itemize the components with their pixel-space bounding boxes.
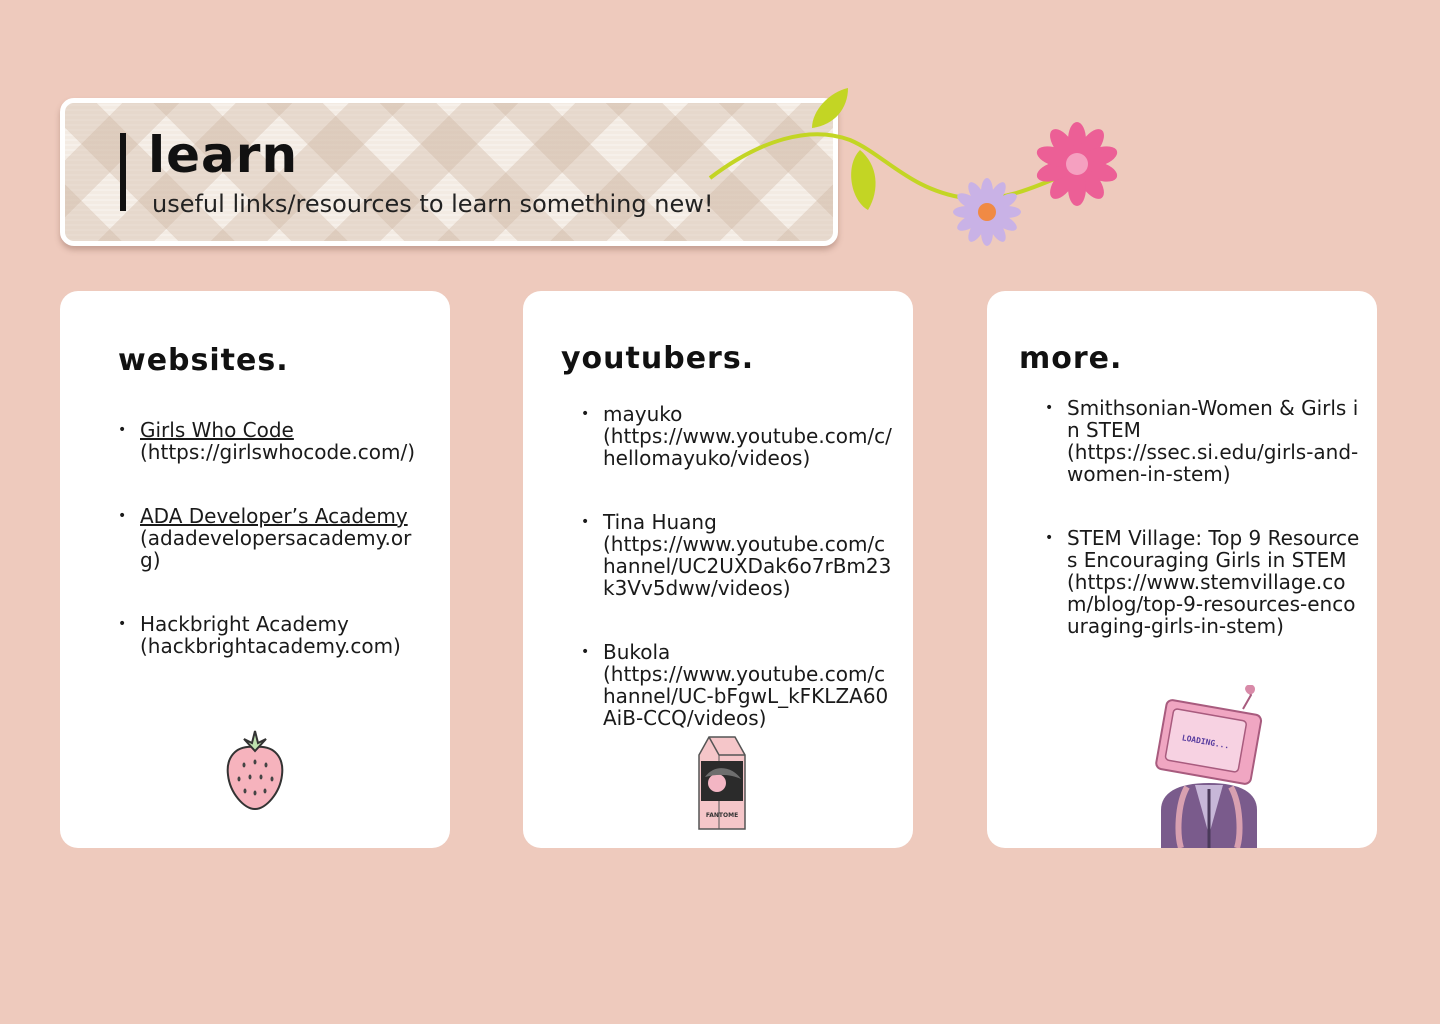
list-item: ADA Developer’s Academy (adadevelopersac… — [118, 505, 418, 571]
list-item: mayuko (https://www.youtube.com/c/hellom… — [581, 403, 893, 469]
more-card: more. Smithsonian-Women & Girls in STEM … — [987, 291, 1377, 848]
item-url: (adadevelopersacademy.org) — [140, 526, 412, 572]
lavender-flower-icon — [953, 178, 1021, 246]
list-item: Girls Who Code (https://girlswhocode.com… — [118, 419, 418, 463]
list-item: Smithsonian-Women & Girls in STEM (https… — [1045, 397, 1361, 485]
websites-list: Girls Who Code (https://girlswhocode.com… — [118, 419, 418, 657]
item-name: STEM Village: Top 9 Resources Encouragin… — [1067, 526, 1360, 572]
list-item: STEM Village: Top 9 Resources Encouragin… — [1045, 527, 1361, 637]
flower-vine-decoration — [708, 88, 1118, 246]
list-item: Bukola (https://www.youtube.com/channel/… — [581, 641, 893, 729]
item-url: (https://www.youtube.com/c/hellomayuko/v… — [603, 424, 892, 470]
item-url: (https://www.youtube.com/channel/UC-bFgw… — [603, 662, 889, 730]
page-subtitle: useful links/resources to learn somethin… — [152, 190, 714, 218]
youtubers-card: youtubers. mayuko (https://www.youtube.c… — [523, 291, 913, 848]
strawberry-icon — [226, 730, 284, 811]
item-url: (hackbrightacademy.com) — [140, 634, 401, 658]
milk-label: FANTOME — [706, 812, 738, 819]
list-item: Tina Huang (https://www.youtube.com/chan… — [581, 511, 893, 599]
item-name: Tina Huang — [603, 510, 717, 534]
item-url: (https://www.stemvillage.com/blog/top-9-… — [1067, 570, 1356, 638]
list-item: Hackbright Academy (hackbrightacademy.co… — [118, 613, 418, 657]
youtubers-list: mayuko (https://www.youtube.com/c/hellom… — [581, 403, 893, 729]
item-url: (https://girlswhocode.com/) — [140, 440, 416, 464]
title-accent-bar — [120, 133, 126, 211]
item-name: Smithsonian-Women & Girls in STEM — [1067, 396, 1359, 442]
item-name: mayuko — [603, 402, 683, 426]
milk-carton-icon: FANTOME — [698, 736, 746, 830]
websites-card: websites. Girls Who Code (https://girlsw… — [60, 291, 450, 848]
more-heading: more. — [1019, 341, 1123, 376]
tv-head-character-icon: LOADING... — [1155, 685, 1263, 848]
item-name: Hackbright Academy — [140, 612, 349, 636]
item-url: (https://ssec.si.edu/girls-and-women-in-… — [1067, 440, 1359, 486]
websites-heading: websites. — [118, 343, 289, 378]
youtubers-heading: youtubers. — [561, 341, 755, 376]
page-title: learn — [148, 126, 299, 184]
more-list: Smithsonian-Women & Girls in STEM (https… — [1045, 397, 1361, 637]
ada-developers-academy-link[interactable]: ADA Developer’s Academy — [140, 504, 408, 528]
girls-who-code-link[interactable]: Girls Who Code — [140, 418, 294, 442]
item-name: Bukola — [603, 640, 671, 664]
pink-flower-icon — [1036, 122, 1118, 206]
item-url: (https://www.youtube.com/channel/UC2UXDa… — [603, 532, 892, 600]
